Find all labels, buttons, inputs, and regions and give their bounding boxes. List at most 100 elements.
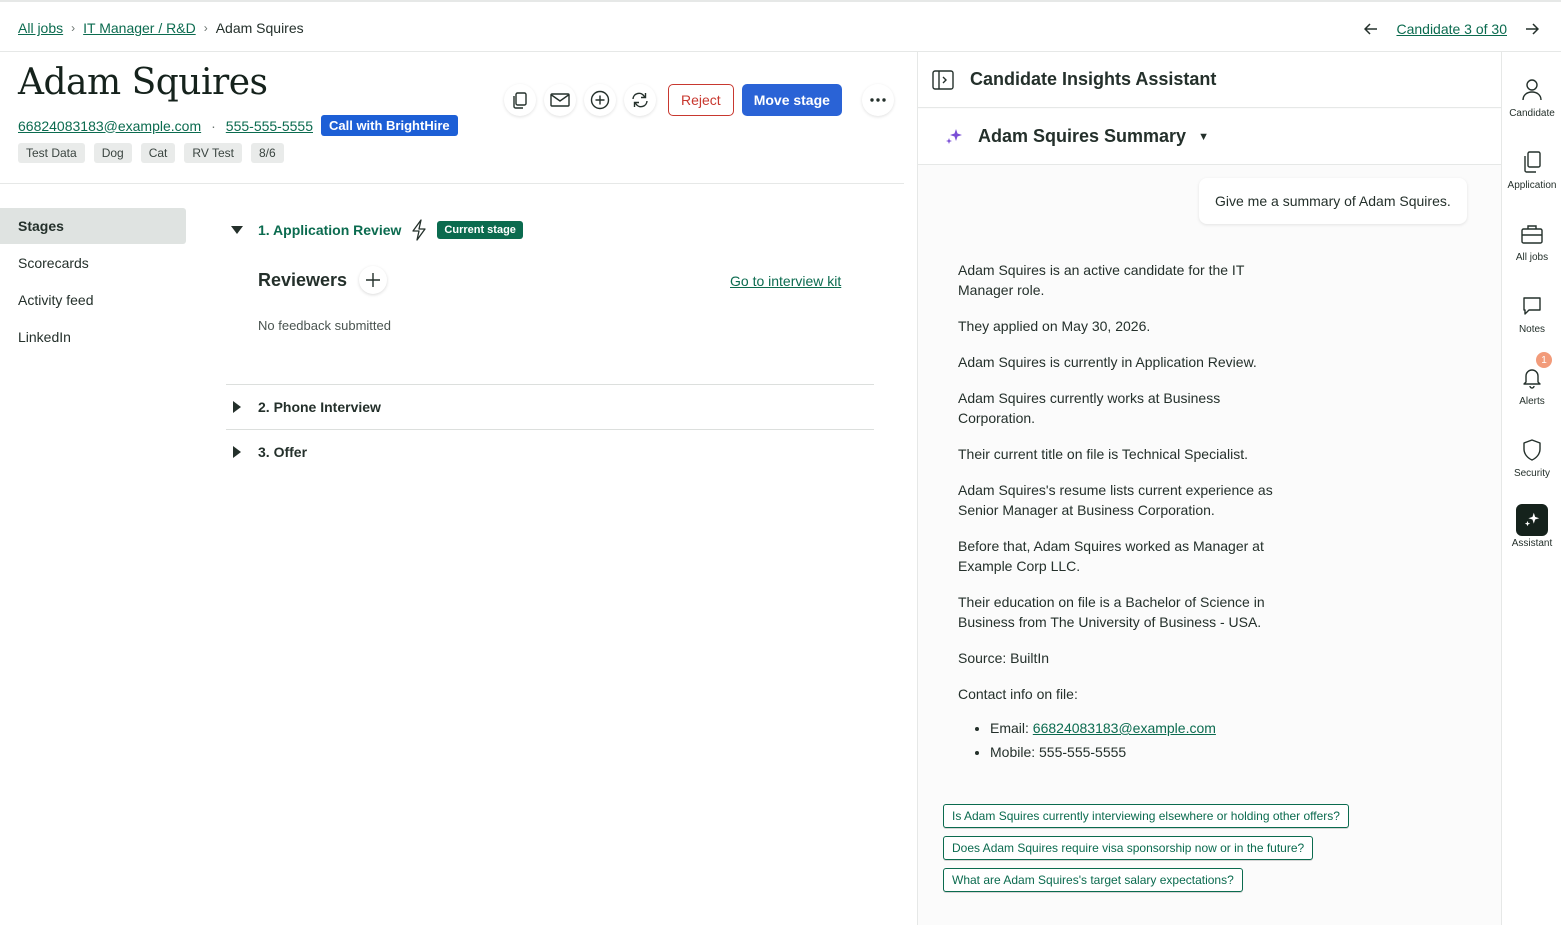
reviewers-section: Reviewers [258, 266, 388, 294]
header-divider [0, 183, 904, 184]
answer-paragraph: Their current title on file is Technical… [958, 446, 1248, 462]
contact-row: 66824083183@example.com · 555-555-5555 C… [18, 115, 458, 136]
stage-phone-interview[interactable]: 2. Phone Interview [226, 384, 874, 428]
add-circle-icon[interactable] [584, 84, 616, 116]
rail-item-candidate[interactable]: Candidate [1502, 74, 1561, 134]
caret-right-icon[interactable] [226, 400, 248, 413]
reviewers-heading: Reviewers [258, 269, 348, 290]
lightning-icon [411, 219, 427, 241]
stage-title[interactable]: 3. Offer [258, 444, 307, 460]
bell-icon: 1 [1522, 352, 1552, 394]
stage-header[interactable]: 1. Application Review Current stage [226, 216, 874, 244]
answer-paragraph: Before that, Adam Squires worked as Mana… [958, 538, 1264, 574]
breadcrumb-job[interactable]: IT Manager / R&D [83, 20, 196, 36]
contact-mobile-item: Mobile: 555-555-5555 [990, 742, 1298, 762]
rail-item-alerts[interactable]: 1 Alerts [1502, 352, 1561, 422]
stage-title[interactable]: 2. Phone Interview [258, 399, 381, 415]
person-icon [1522, 74, 1542, 106]
copy-icon[interactable] [504, 84, 536, 116]
breadcrumb-current: Adam Squires [215, 20, 304, 36]
shield-icon [1522, 434, 1542, 466]
documents-icon [1523, 146, 1541, 178]
candidate-navigation: Candidate 3 of 30 [1360, 18, 1543, 40]
caret-right-icon[interactable] [226, 445, 248, 458]
stage-application-review: 1. Application Review Current stage [226, 216, 874, 244]
contact-list: Email: 66824083183@example.com Mobile: 5… [990, 718, 1298, 762]
rail-item-security[interactable]: Security [1502, 434, 1561, 494]
rail-label: Alerts [1519, 396, 1545, 407]
tag: Dog [93, 143, 132, 163]
suggestion-chip[interactable]: Is Adam Squires currently interviewing e… [943, 804, 1349, 828]
suggested-questions: Is Adam Squires currently interviewing e… [943, 804, 1349, 900]
nav-item-linkedin[interactable]: LinkedIn [0, 319, 186, 355]
contact-email-item: Email: 66824083183@example.com [990, 718, 1298, 738]
reject-button[interactable]: Reject [668, 84, 734, 116]
stage-title[interactable]: 1. Application Review [258, 222, 401, 238]
suggestion-chip[interactable]: What are Adam Squires's target salary ex… [943, 868, 1243, 892]
suggestion-chip[interactable]: Does Adam Squires require visa sponsorsh… [943, 836, 1314, 860]
top-bar: All jobs › IT Manager / R&D › Adam Squir… [0, 0, 1561, 52]
current-stage-badge: Current stage [437, 221, 523, 239]
no-feedback-text: No feedback submitted [258, 318, 391, 333]
more-options-icon[interactable] [861, 84, 894, 116]
rail-label: Security [1513, 468, 1551, 479]
rail-label: Notes [1518, 324, 1546, 335]
tag: Cat [140, 143, 176, 163]
candidate-email-link[interactable]: 66824083183@example.com [18, 118, 201, 134]
rail-item-application[interactable]: Application [1502, 146, 1561, 206]
caret-down-icon[interactable] [226, 226, 248, 234]
summary-title[interactable]: Adam Squires Summary [978, 126, 1186, 147]
rail-label: All jobs [1515, 252, 1549, 263]
rail-label: Candidate [1509, 108, 1555, 119]
breadcrumb: All jobs › IT Manager / R&D › Adam Squir… [18, 20, 304, 36]
refresh-icon[interactable] [624, 84, 656, 116]
assistant-header: Candidate Insights Assistant [918, 52, 1501, 108]
dropdown-caret-icon[interactable]: ▼ [1198, 131, 1209, 143]
nav-item-activity-feed[interactable]: Activity feed [0, 282, 186, 318]
rail-item-all-jobs[interactable]: All jobs [1502, 218, 1561, 278]
email-label: Email: [990, 720, 1033, 736]
answer-paragraph: Adam Squires is currently in Application… [958, 354, 1257, 370]
separator-dot: · [211, 117, 216, 134]
call-brighthire-button[interactable]: Call with BrightHire [320, 115, 458, 136]
chevron-right-icon: › [71, 21, 76, 35]
rail-label: Assistant [1511, 538, 1553, 549]
add-reviewer-icon[interactable] [359, 266, 388, 294]
nav-item-scorecards[interactable]: Scorecards [0, 245, 186, 281]
answer-paragraph: Their education on file is a Bachelor of… [958, 594, 1265, 630]
stage-offer[interactable]: 3. Offer [226, 429, 874, 473]
tag: Test Data [18, 143, 85, 163]
chevron-right-icon: › [203, 21, 208, 35]
briefcase-icon [1521, 218, 1543, 250]
assistant-answer: Adam Squires is an active candidate for … [958, 260, 1298, 766]
answer-paragraph: Adam Squires currently works at Business… [958, 390, 1221, 426]
candidate-position-link[interactable]: Candidate 3 of 30 [1396, 21, 1507, 37]
breadcrumb-all-jobs[interactable]: All jobs [18, 20, 63, 36]
collapse-panel-icon[interactable] [932, 69, 954, 90]
nav-item-stages[interactable]: Stages [0, 208, 186, 244]
rail-item-notes[interactable]: Notes [1502, 290, 1561, 350]
user-message: Give me a summary of Adam Squires. [1199, 178, 1467, 224]
assistant-panel: Candidate Insights Assistant Adam Squire… [917, 52, 1501, 925]
right-rail: Candidate Application All jobs Notes 1 A… [1501, 52, 1561, 925]
rail-item-assistant[interactable]: Assistant [1502, 504, 1561, 564]
candidate-phone-link[interactable]: 555-555-5555 [226, 118, 313, 134]
arrow-right-icon[interactable] [1521, 18, 1543, 40]
tag-list: Test Data Dog Cat RV Test 8/6 [18, 143, 284, 163]
assistant-sparkle-icon [1516, 504, 1548, 536]
answer-paragraph: They applied on May 30, 2026. [958, 318, 1151, 334]
tag: RV Test [184, 143, 242, 163]
sparkle-icon [944, 127, 964, 147]
interview-kit-link[interactable]: Go to interview kit [730, 273, 841, 289]
assistant-title: Candidate Insights Assistant [970, 69, 1217, 89]
move-stage-button[interactable]: Move stage [741, 84, 842, 116]
summary-header[interactable]: Adam Squires Summary ▼ [918, 109, 1501, 165]
answer-paragraph: Contact info on file: [958, 686, 1078, 702]
rail-label: Application [1507, 180, 1557, 191]
answer-email-link[interactable]: 66824083183@example.com [1033, 720, 1216, 736]
answer-paragraph: Adam Squires is an active candidate for … [958, 262, 1245, 298]
email-icon[interactable] [544, 84, 576, 116]
answer-paragraph: Source: BuiltIn [958, 650, 1050, 666]
alert-count-badge: 1 [1536, 352, 1552, 368]
arrow-left-icon[interactable] [1360, 18, 1382, 40]
